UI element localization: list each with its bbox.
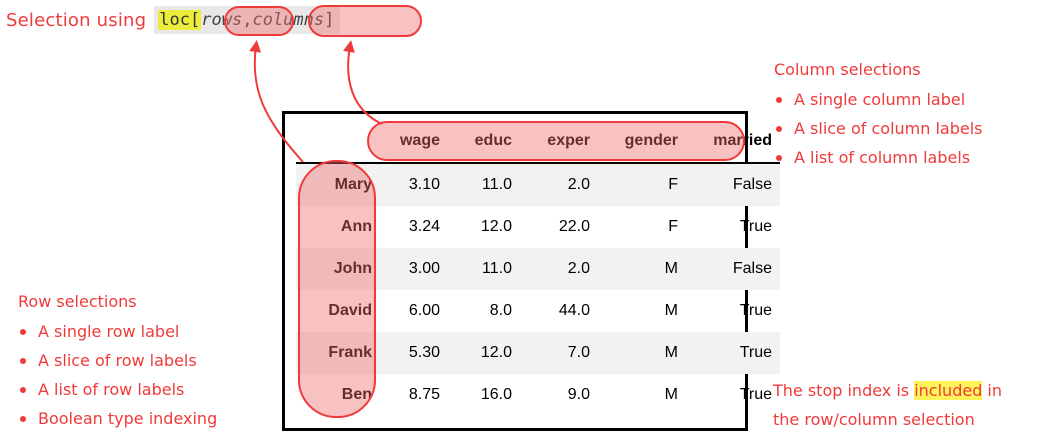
stop-note-highlight: included [914, 381, 983, 400]
table-cell: 6.00 [408, 302, 440, 319]
column-labels-highlight [367, 121, 745, 161]
table-cell: 3.24 [408, 218, 440, 235]
row-note-text: Boolean type indexing [38, 409, 218, 428]
table-cell: 44.0 [558, 302, 590, 319]
table-cell: M [664, 260, 678, 277]
bullet-icon [20, 328, 26, 335]
table-cell: 7.0 [567, 344, 590, 361]
table-cell: True [739, 344, 772, 361]
table-cell: 3.00 [408, 260, 440, 277]
stop-note-line-1: The stop index is included in [773, 376, 1002, 405]
table-cell: False [732, 176, 772, 193]
row-note-item: A slice of row labels [18, 346, 217, 375]
column-note-item: A list of column labels [774, 143, 983, 172]
bullet-icon [20, 357, 26, 364]
row-note-item: A single row label [18, 317, 217, 346]
table-cell: M [664, 386, 678, 403]
stop-note-text-1: The stop index is [773, 381, 915, 400]
table-cell: False [732, 260, 772, 277]
stop-note-text-2: in [982, 381, 1003, 400]
table-cell: F [668, 218, 678, 235]
table-cell: 12.0 [480, 344, 512, 361]
table-cell: 5.30 [408, 344, 440, 361]
stop-note-line-2: the row/column selection [773, 410, 975, 429]
table-cell: True [739, 302, 772, 319]
column-note-text: A list of column labels [794, 148, 971, 167]
table-cell: 8.0 [489, 302, 512, 319]
column-notes-list: A single column label A slice of column … [774, 85, 983, 172]
table-cell: 8.75 [408, 386, 440, 403]
table-cell: 12.0 [480, 218, 512, 235]
stop-index-note: The stop index is included in the row/co… [773, 376, 1002, 434]
table-cell: 9.0 [567, 386, 590, 403]
code-columns-highlight [308, 5, 422, 37]
row-note-text: A slice of row labels [38, 351, 197, 370]
table-cell: 2.0 [567, 260, 590, 277]
table-cell: 16.0 [480, 386, 512, 403]
row-note-item: Boolean type indexing [18, 404, 217, 433]
table-cell: 11.0 [482, 260, 512, 277]
column-note-text: A slice of column labels [794, 119, 983, 138]
table-cell: 2.0 [567, 176, 590, 193]
column-note-item: A slice of column labels [774, 114, 983, 143]
table-cell: True [739, 218, 772, 235]
bullet-icon [776, 96, 782, 103]
row-notes-title: Row selections [18, 292, 137, 311]
row-note-text: A single row label [38, 322, 180, 341]
table-cell: 22.0 [558, 218, 590, 235]
title-text: Selection using [6, 9, 147, 31]
code-fn: loc[ [158, 10, 202, 30]
table-cell: M [664, 344, 678, 361]
table-cell: 11.0 [482, 176, 512, 193]
table-cell: F [668, 176, 678, 193]
column-note-text: A single column label [794, 90, 966, 109]
row-note-text: A list of row labels [38, 380, 185, 399]
table-cell: 3.10 [408, 176, 440, 193]
bullet-icon [20, 386, 26, 393]
row-note-item: A list of row labels [18, 375, 217, 404]
column-notes: Column selections A single column label … [774, 60, 983, 172]
table-cell: M [664, 302, 678, 319]
code-rows-highlight [224, 6, 294, 36]
column-note-item: A single column label [774, 85, 983, 114]
row-labels-highlight [298, 160, 376, 418]
row-notes: Row selections A single row label A slic… [18, 292, 217, 433]
column-notes-title: Column selections [774, 60, 921, 79]
bullet-icon [20, 415, 26, 422]
row-notes-list: A single row label A slice of row labels… [18, 317, 217, 433]
table-cell: True [739, 386, 772, 403]
